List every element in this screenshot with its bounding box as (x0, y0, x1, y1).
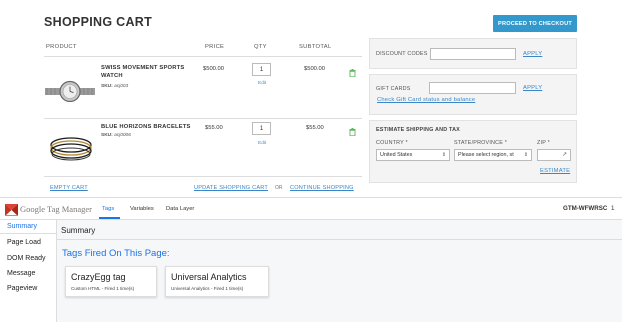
sidebar-item-dom-ready[interactable]: DOM Ready (7, 255, 46, 262)
quantity-input[interactable]: 1 (252, 63, 271, 76)
gtm-logo-icon (5, 203, 18, 221)
tag-card-subtitle: Custom HTML - Fired 1 time(s) (71, 286, 135, 291)
giftcard-apply-link[interactable]: APPLY (523, 85, 542, 91)
tab-data-layer[interactable]: Data Layer (166, 206, 194, 212)
discount-apply-link[interactable]: APPLY (523, 51, 542, 57)
country-label: COUNTRY * (376, 140, 408, 146)
country-value: United States (380, 152, 413, 158)
gtm-header: Google Tag Manager Tags Variables Data L… (0, 198, 622, 220)
container-id: GTM-WFWRSC (563, 205, 608, 212)
container-count: 1 (611, 205, 615, 212)
column-header-product: PRODUCT (46, 44, 77, 50)
sku-label: SKU: (101, 84, 113, 89)
state-label: STATE/PROVINCE * (454, 140, 508, 146)
sidebar-item-summary[interactable]: Summary (7, 223, 37, 230)
sidebar-item-page-load[interactable]: Page Load (7, 239, 41, 246)
estimate-link[interactable]: ESTIMATE (540, 168, 570, 174)
sku-value: acj0006 (114, 133, 131, 138)
tab-variables[interactable]: Variables (130, 206, 154, 212)
continue-shopping-link[interactable]: CONTINUE SHOPPING (290, 185, 354, 191)
active-tab-indicator (99, 217, 120, 219)
wrench-icon: ↗ (561, 152, 567, 158)
column-header-subtotal: SUBTOTAL (299, 44, 332, 50)
tag-card-universal-analytics[interactable]: Universal Analytics Universal Analytics … (165, 266, 269, 297)
tag-card-title: Universal Analytics (171, 272, 247, 282)
tab-tags[interactable]: Tags (102, 206, 114, 212)
empty-cart-link[interactable]: EMPTY CART (50, 185, 88, 191)
product-subtotal: $55.00 (306, 125, 324, 131)
sidebar-item-pageview[interactable]: Pageview (7, 285, 37, 292)
divider (44, 56, 362, 57)
estimate-shipping-panel: ESTIMATE SHIPPING AND TAX COUNTRY * STAT… (369, 120, 577, 183)
giftcard-status-link[interactable]: Check Gift Card status and balance (377, 97, 475, 103)
tags-fired-heading: Tags Fired On This Page: (62, 248, 170, 259)
gtm-logo-text: Google Tag Manager (20, 204, 92, 214)
main-title: Summary (61, 226, 96, 235)
product-sku: SKU: acj003 (101, 84, 128, 89)
or-separator: OR (275, 185, 283, 191)
quantity-input[interactable]: 1 (252, 122, 271, 135)
divider (57, 239, 622, 240)
bracelets-image[interactable] (48, 132, 94, 167)
product-name-line1[interactable]: BLUE HORIZONS BRACELETS (101, 123, 191, 131)
update-cart-link[interactable]: UPDATE SHOPPING CART (194, 185, 268, 191)
sku-label: SKU: (101, 133, 113, 138)
country-select[interactable]: United States ⇕ (376, 149, 450, 161)
select-arrow-icon: ⇕ (523, 152, 528, 158)
watch-image[interactable] (44, 80, 96, 107)
zip-label: ZIP * (537, 140, 550, 146)
gtm-sidebar: Summary Page Load DOM Ready Message Page… (0, 220, 57, 322)
divider (44, 118, 362, 119)
sidebar-item-message[interactable]: Message (7, 270, 35, 277)
trash-icon[interactable] (349, 64, 356, 82)
discount-panel: DISCOUNT CODES APPLY (369, 38, 577, 69)
state-value: Please select region, st (458, 152, 514, 158)
gtm-main-content: Summary Tags Fired On This Page: CrazyEg… (57, 220, 622, 322)
estimate-title: ESTIMATE SHIPPING AND TAX (376, 127, 460, 133)
proceed-to-checkout-button[interactable]: PROCEED TO CHECKOUT (493, 15, 577, 32)
select-arrow-icon: ⇕ (441, 152, 446, 158)
product-subtotal: $500.00 (304, 66, 325, 72)
zip-input[interactable]: ↗ (537, 149, 571, 161)
giftcard-input[interactable] (429, 82, 516, 94)
product-price: $500.00 (203, 66, 224, 72)
page-title: SHOPPING CART (44, 15, 153, 29)
divider (44, 176, 362, 177)
shopping-cart-page: SHOPPING CART PROCEED TO CHECKOUT PRODUC… (0, 0, 622, 197)
tag-card-title: CrazyEgg tag (71, 272, 126, 282)
tag-card-subtitle: Universal Analytics - Fired 1 time(s) (171, 286, 244, 291)
column-header-price: PRICE (205, 44, 225, 50)
product-name-line2[interactable]: WATCH (101, 72, 123, 80)
column-header-qty: QTY (254, 44, 267, 50)
discount-label: DISCOUNT CODES (376, 51, 428, 57)
trash-icon[interactable] (349, 123, 356, 141)
giftcards-label: GIFT CARDS (376, 86, 411, 92)
sku-value: acj003 (114, 84, 129, 89)
discount-code-input[interactable] (430, 48, 516, 60)
divider (0, 233, 56, 234)
giftcard-panel: GIFT CARDS APPLY Check Gift Card status … (369, 74, 577, 115)
edit-link[interactable]: Edit (258, 141, 266, 146)
tag-manager-debug-panel: Google Tag Manager Tags Variables Data L… (0, 197, 622, 322)
product-price: $55.00 (205, 125, 223, 131)
edit-link[interactable]: Edit (258, 81, 266, 86)
product-name-line1[interactable]: SWISS MOVEMENT SPORTS (101, 64, 184, 72)
state-select[interactable]: Please select region, st ⇕ (454, 149, 532, 161)
product-sku: SKU: acj0006 (101, 133, 131, 138)
tag-card-crazyegg[interactable]: CrazyEgg tag Custom HTML - Fired 1 time(… (65, 266, 157, 297)
